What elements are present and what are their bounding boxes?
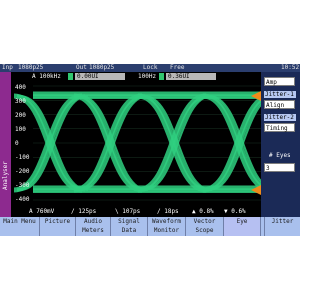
menu-main-menu[interactable]: Main Menu	[0, 217, 40, 236]
eyes-count-input[interactable]: 3	[264, 163, 295, 172]
upper-marker-readout: ▲ 0.8%	[192, 208, 214, 215]
jitter1-label: Jitter-1	[264, 91, 296, 98]
y-tick-label: 400	[15, 84, 26, 91]
clock: 10:52	[281, 64, 300, 71]
timing-button[interactable]: Timing	[264, 123, 295, 132]
eyes-count-label: # Eyes	[269, 152, 291, 159]
eye-diagram-plot: A 100kHz 0.00UI 100Hz 0.36UI 400 300 200…	[11, 72, 261, 217]
lock-status: Free	[170, 64, 185, 71]
hp1-indicator	[68, 73, 73, 80]
horizontal-position: \ 107ps	[115, 208, 141, 215]
input-format: 1080p25	[18, 64, 44, 71]
side-tab-label: Analyser	[2, 161, 9, 190]
y-tick-label: 100	[15, 126, 26, 133]
y-tick-label: 300	[15, 98, 26, 105]
hp2-indicator	[159, 73, 164, 80]
analyser-side-tab[interactable]: Analyser	[0, 72, 11, 217]
vertical-position: / 18ps	[157, 208, 179, 215]
horizontal-scale: / 125ps	[71, 208, 97, 215]
jitter2-label: Jitter-2	[264, 114, 296, 121]
scale-footer: A 760mV / 125ps \ 107ps / 18ps ▲ 0.8% ▼ …	[11, 207, 261, 217]
amp-button[interactable]: Amp	[264, 77, 295, 86]
measurement-header: A 100kHz 0.00UI 100Hz 0.36UI	[11, 72, 261, 82]
y-tick-label: -200	[15, 168, 30, 175]
input-label: Inp	[2, 64, 13, 71]
y-tick-label: -300	[15, 182, 30, 189]
menu-jitter[interactable]: Jitter	[265, 217, 300, 236]
output-format: 1080p25	[89, 64, 115, 71]
menu-picture[interactable]: Picture	[40, 217, 76, 236]
menu-eye[interactable]: Eye	[224, 217, 261, 236]
status-bar: Inp 1080p25 Out 1080p25 Lock Free 10:52	[0, 64, 300, 72]
menu-signal-data[interactable]: Signal Data	[111, 217, 148, 236]
hp2-jitter-value: 0.36UI	[166, 73, 216, 80]
menu-vector-scope[interactable]: Vector Scope	[186, 217, 224, 236]
eye-diagram	[13, 85, 261, 201]
lock-label: Lock	[143, 64, 158, 71]
y-tick-label: -100	[15, 154, 30, 161]
output-label: Out	[76, 64, 87, 71]
menu-waveform-monitor[interactable]: Waveform Monitor	[148, 217, 186, 236]
y-tick-label: -400	[15, 196, 30, 203]
menu-audio-meters[interactable]: Audio Meters	[76, 217, 111, 236]
hp1-jitter-value: 0.00UI	[75, 73, 125, 80]
y-tick-label: 0	[15, 140, 19, 147]
hp1-filter-label: A 100kHz	[32, 73, 61, 80]
lower-marker-readout: ▼ 0.6%	[224, 208, 246, 215]
align-button[interactable]: Align	[264, 100, 295, 109]
right-control-panel: Amp Jitter-1 Align Jitter-2 Timing # Eye…	[261, 72, 300, 217]
bottom-menu-bar: Main Menu Picture Audio Meters Signal Data…	[0, 217, 300, 236]
hp2-filter-label: 100Hz	[138, 73, 157, 80]
analyser-screen: Inp 1080p25 Out 1080p25 Lock Free 10:52 …	[0, 64, 300, 236]
y-tick-label: 200	[15, 112, 26, 119]
vertical-scale: A 760mV	[29, 208, 55, 215]
